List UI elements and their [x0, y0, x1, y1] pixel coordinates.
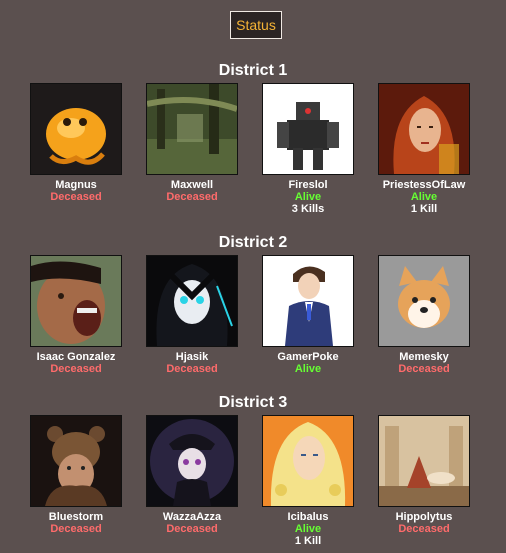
- tribute-name: Icibalus: [287, 511, 329, 523]
- tribute-name: Hjasik: [175, 351, 209, 363]
- tribute-card[interactable]: WazzaAzza Deceased: [134, 415, 250, 535]
- tribute-card[interactable]: Bluestorm Deceased: [18, 415, 134, 535]
- tribute-card[interactable]: Icibalus Alive 1 Kill: [250, 415, 366, 547]
- shiba-dog-avatar: [378, 255, 470, 347]
- tribute-card[interactable]: Magnus Deceased: [18, 83, 134, 203]
- tribute-kills: 3 Kills: [291, 203, 325, 215]
- tribute-name: Maxwell: [170, 179, 214, 191]
- tribute-status: Alive: [294, 363, 322, 375]
- tribute-status: Deceased: [50, 191, 102, 203]
- tribute-status: Deceased: [50, 523, 102, 535]
- tribute-name: PriestessOfLaw: [382, 179, 466, 191]
- tribute-card[interactable]: Memesky Deceased: [366, 255, 482, 375]
- tribute-status: Alive: [294, 191, 322, 203]
- anime-suit-man-avatar: [262, 255, 354, 347]
- district-1-title: District 1: [218, 62, 288, 79]
- district-2-title: District 2: [218, 234, 288, 251]
- tribute-status: Deceased: [398, 523, 450, 535]
- tribute-status: Alive: [410, 191, 438, 203]
- tribute-status: Deceased: [166, 363, 218, 375]
- screaming-man-avatar: [30, 255, 122, 347]
- bear-warrior-avatar: [30, 415, 122, 507]
- tribute-name: Magnus: [55, 179, 97, 191]
- orange-slime-avatar: [30, 83, 122, 175]
- tribute-name: Bluestorm: [48, 511, 104, 523]
- tribute-name: GamerPoke: [277, 351, 339, 363]
- status-button[interactable]: Status: [230, 11, 282, 39]
- armored-robot-avatar: [262, 83, 354, 175]
- tribute-card[interactable]: Maxwell Deceased: [134, 83, 250, 203]
- red-haired-woman-avatar: [378, 83, 470, 175]
- tribute-kills: 1 Kill: [294, 535, 322, 547]
- tribute-status: Deceased: [166, 191, 218, 203]
- classical-painting-avatar: [378, 415, 470, 507]
- tribute-name: Fireslol: [288, 179, 328, 191]
- blonde-anime-avatar: [262, 415, 354, 507]
- tribute-card[interactable]: PriestessOfLaw Alive 1 Kill: [366, 83, 482, 215]
- tribute-status: Deceased: [50, 363, 102, 375]
- tribute-status: Deceased: [398, 363, 450, 375]
- tribute-name: Memesky: [399, 351, 449, 363]
- tribute-card[interactable]: Fireslol Alive 3 Kills: [250, 83, 366, 215]
- tribute-name: Isaac Gonzalez: [36, 351, 116, 363]
- tribute-card[interactable]: Isaac Gonzalez Deceased: [18, 255, 134, 375]
- tribute-card[interactable]: Hjasik Deceased: [134, 255, 250, 375]
- tribute-card[interactable]: Hippolytus Deceased: [366, 415, 482, 535]
- anime-girl-avatar: [146, 255, 238, 347]
- tribute-name: Hippolytus: [395, 511, 453, 523]
- anime-officer-avatar: [146, 415, 238, 507]
- tribute-status: Deceased: [166, 523, 218, 535]
- tribute-name: WazzaAzza: [162, 511, 222, 523]
- tribute-kills: 1 Kill: [410, 203, 438, 215]
- tribute-card[interactable]: GamerPoke Alive: [250, 255, 366, 375]
- tribute-status: Alive: [294, 523, 322, 535]
- district-3-title: District 3: [218, 394, 288, 411]
- swamp-forest-avatar: [146, 83, 238, 175]
